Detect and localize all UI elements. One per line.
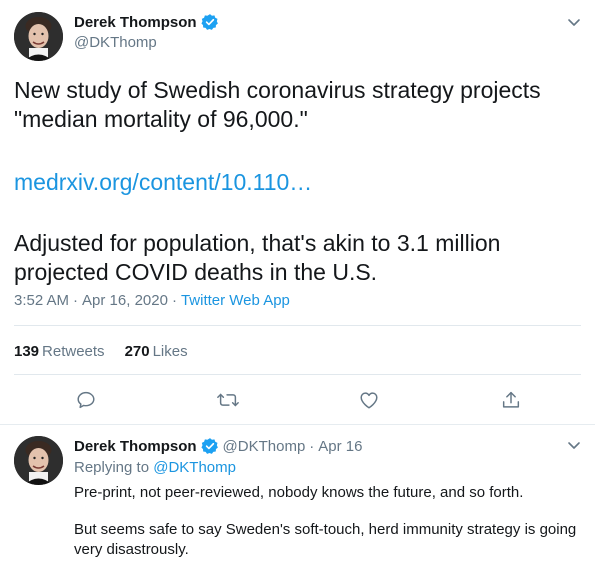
retweets-label: Retweets xyxy=(42,343,105,360)
tweet-link[interactable]: medrxiv.org/content/10.110… xyxy=(14,168,312,197)
tweet-text-line: Adjusted for population, that's akin to … xyxy=(14,230,501,256)
replying-prefix: Replying to xyxy=(74,459,150,476)
avatar[interactable] xyxy=(14,436,63,485)
tweet-text-line: "median mortality of 96,000." xyxy=(14,106,308,132)
tweet-meta: 3:52 AM · Apr 16, 2020 · Twitter Web App xyxy=(14,292,290,309)
divider xyxy=(14,325,581,326)
reply-header: Derek Thompson @DKThomp · Apr 16 xyxy=(74,437,362,455)
reply-author-name[interactable]: Derek Thompson xyxy=(74,438,197,455)
divider xyxy=(14,374,581,375)
author-handle[interactable]: @DKThomp xyxy=(74,34,157,51)
verified-badge-icon xyxy=(200,13,219,31)
likes-count: 270 xyxy=(124,343,150,360)
verified-badge-icon xyxy=(200,437,219,455)
likes-stat[interactable]: 270 Likes xyxy=(125,343,188,360)
divider xyxy=(0,424,595,425)
chevron-down-icon[interactable] xyxy=(566,14,582,30)
heart-icon[interactable] xyxy=(357,388,381,412)
chevron-down-icon[interactable] xyxy=(566,437,582,453)
reply-date[interactable]: Apr 16 xyxy=(318,438,362,455)
author-name-row[interactable]: Derek Thompson xyxy=(74,13,219,31)
reply-text-line: Pre-print, not peer-reviewed, nobody kno… xyxy=(74,484,524,501)
avatar[interactable] xyxy=(14,12,63,61)
retweets-stat[interactable]: 139 Retweets xyxy=(14,343,105,360)
tweet-time[interactable]: 3:52 AM xyxy=(14,292,69,309)
replying-to: Replying to @DKThomp xyxy=(74,459,236,476)
engagement-stats: 139 Retweets 270 Likes xyxy=(14,343,188,360)
tweet-source[interactable]: Twitter Web App xyxy=(181,292,290,309)
tweet-text-line: projected COVID deaths in the U.S. xyxy=(14,259,378,285)
avatar-image xyxy=(14,12,63,61)
retweets-count: 139 xyxy=(14,343,40,360)
meta-separator: · xyxy=(73,292,79,309)
meta-separator: · xyxy=(171,292,177,309)
reply-icon[interactable] xyxy=(74,388,98,412)
reply-author-handle[interactable]: @DKThomp xyxy=(223,438,306,455)
likes-label: Likes xyxy=(152,343,188,360)
tweet-date[interactable]: Apr 16, 2020 xyxy=(82,292,168,309)
avatar-image xyxy=(14,436,63,485)
reply-text-line: very disastrously. xyxy=(74,541,189,558)
tweet-text-line: New study of Swedish coronavirus strateg… xyxy=(14,77,541,103)
replying-mention[interactable]: @DKThomp xyxy=(153,459,236,476)
retweet-icon[interactable] xyxy=(216,388,240,412)
share-icon[interactable] xyxy=(499,388,523,412)
meta-separator: · xyxy=(309,437,315,455)
author-name[interactable]: Derek Thompson xyxy=(74,14,197,31)
reply-text-line: But seems safe to say Sweden's soft-touc… xyxy=(74,521,577,538)
action-bar xyxy=(0,386,595,416)
